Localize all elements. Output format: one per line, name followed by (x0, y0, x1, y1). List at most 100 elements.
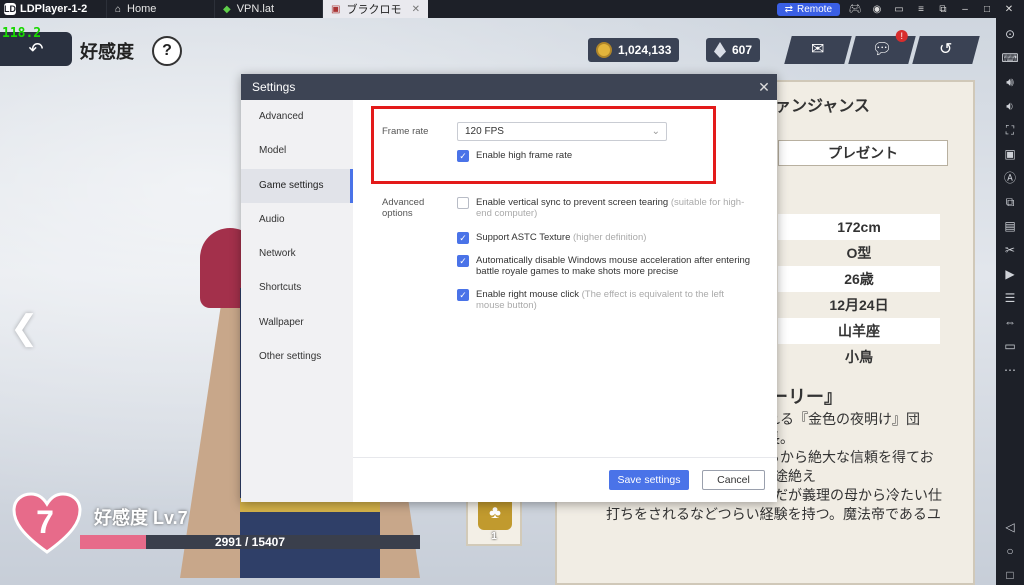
vsync-option[interactable]: Enable vertical sync to prevent screen t… (457, 197, 757, 219)
dialog-header: Settings ✕ (241, 74, 777, 100)
fps-counter: 118.2 (2, 26, 42, 41)
astc-checkbox[interactable]: ✓ (457, 232, 469, 244)
close-icon[interactable]: ✕ (1002, 4, 1016, 15)
dialog-title: Settings (252, 80, 296, 94)
character-name: ァンジャンス (775, 98, 870, 115)
vsync-label: Enable vertical sync to prevent screen t… (476, 197, 669, 208)
fullscreen-icon[interactable]: ⛶ (1000, 120, 1020, 140)
emulator-toolbar: ⊙ ⌨ 🔊︎ 🔉︎ ⛶ ▣ Ⓐ ⧉ ▤ ✂ ▶ ☰ ⇔ ▭ ⋯ ◁ ○ □ (996, 18, 1024, 585)
folder-icon[interactable]: ▭ (1000, 336, 1020, 356)
keyboard-icon[interactable]: ⌨ (1000, 48, 1020, 68)
mouse-accel-label: Automatically disable Windows mouse acce… (476, 255, 751, 266)
mouse-accel-text: Automatically disable Windows mouse acce… (476, 255, 750, 277)
scissors-icon[interactable]: ✂ (1000, 240, 1020, 260)
profile-birthday: 12月24日 (829, 297, 889, 313)
right-click-option[interactable]: ✓ Enable right mouse click (The effect i… (457, 289, 757, 311)
tab-present[interactable]: プレゼント (778, 140, 948, 166)
sync-icon[interactable]: Ⓐ (1000, 168, 1020, 188)
coin-counter: 1,024,133 (588, 38, 680, 62)
vsync-checkbox[interactable] (457, 197, 469, 209)
nav-other-settings[interactable]: Other settings (241, 340, 353, 374)
nav-shortcuts[interactable]: Shortcuts (241, 271, 353, 305)
mail-icon: ✉ (811, 41, 825, 58)
story-line: 打ちをされるなどつらい経験を持つ。魔法帝であるユ (606, 506, 941, 522)
nav-advanced[interactable]: Advanced (241, 100, 353, 134)
tab-home-label: Home (127, 3, 157, 15)
gem-icon (714, 42, 726, 58)
affinity-heart: 7 (12, 492, 82, 554)
profile-age: 26歳 (778, 266, 940, 292)
maximize-icon[interactable]: □ (980, 4, 994, 15)
operations-icon[interactable]: ☰ (1000, 288, 1020, 308)
story-title: ーリー』 (770, 387, 842, 407)
back-arrow-icon: ↶ (28, 39, 44, 59)
apk-icon[interactable]: ▤ (1000, 216, 1020, 236)
shake-icon[interactable]: ⇔ (1000, 312, 1020, 332)
menu-icon[interactable]: ≡ (914, 4, 928, 15)
settings-nav: Advanced Model Game settings Audio Netwo… (241, 100, 353, 502)
previous-character-arrow[interactable]: ❮ (10, 308, 39, 348)
nav-model[interactable]: Model (241, 134, 353, 168)
mouse-accel-checkbox[interactable]: ✓ (457, 255, 469, 267)
home-return-button[interactable]: ↺ (912, 36, 980, 64)
notification-badge: ! (895, 30, 908, 42)
mouse-accel-option[interactable]: ✓ Automatically disable Windows mouse ac… (457, 255, 757, 277)
settings-gear-icon[interactable]: ⊙ (1000, 24, 1020, 44)
android-home-icon[interactable]: ○ (1000, 541, 1020, 561)
app-title: LDPlayer-1-2 (20, 3, 88, 15)
cancel-button[interactable]: Cancel (702, 470, 765, 490)
item-quantity: 1 (491, 531, 497, 542)
volume-up-icon[interactable]: 🔊︎ (1000, 72, 1020, 92)
home-icon: ⌂ (115, 3, 122, 15)
dialog-close-icon[interactable]: ✕ (751, 79, 777, 96)
gamepad-icon[interactable]: 🎮︎ (848, 4, 862, 15)
more-icon[interactable]: ⋯ (1000, 360, 1020, 380)
affinity-level: 7 (36, 504, 54, 540)
nav-network[interactable]: Network (241, 237, 353, 271)
astc-option[interactable]: ✓ Support ASTC Texture (higher definitio… (457, 232, 757, 244)
affinity-progress-bar: 2991 / 15407 (80, 535, 420, 549)
mail-button[interactable]: ✉ (784, 36, 852, 64)
chat-button[interactable]: 💬︎ ! (848, 30, 916, 64)
tab-home[interactable]: ⌂ Home (106, 0, 214, 18)
tab-game[interactable]: ▣ ブラクロモ ✕ (322, 0, 428, 18)
help-button[interactable]: ? (152, 36, 182, 66)
volume-down-icon[interactable]: 🔉︎ (1000, 96, 1020, 116)
tab-vpn[interactable]: ◆ VPN.lat (214, 0, 322, 18)
save-settings-button[interactable]: Save settings (609, 470, 689, 490)
chat-icon: 💬︎ (871, 41, 893, 58)
mouse-accel-label-line2: battle royale games to make shots more p… (476, 266, 679, 277)
advanced-options-label-line2: options (382, 208, 413, 219)
right-click-hint: (The effect is equivalent to the left (581, 289, 725, 300)
record-icon[interactable]: ▶ (1000, 264, 1020, 284)
right-click-checkbox[interactable]: ✓ (457, 289, 469, 301)
multi-instance-icon[interactable]: ⧉ (1000, 192, 1020, 212)
highlight-annotation-box (371, 106, 716, 184)
game-app-icon: ▣ (331, 3, 341, 15)
screenshot-icon[interactable]: ▣ (1000, 144, 1020, 164)
restore-icon[interactable]: ⧉ (936, 4, 950, 15)
page-title: 好感度 (80, 42, 134, 62)
nav-game-settings[interactable]: Game settings (241, 168, 353, 203)
right-click-label: Enable right mouse click (476, 289, 579, 300)
account-icon[interactable]: ◉ (870, 4, 884, 15)
advanced-options-label-line1: Advanced (382, 197, 425, 208)
screen-icon[interactable]: ▭ (892, 4, 906, 15)
nav-wallpaper[interactable]: Wallpaper (241, 306, 353, 340)
nav-audio[interactable]: Audio (241, 203, 353, 237)
astc-text: Support ASTC Texture (higher definition) (476, 232, 646, 243)
minimize-icon[interactable]: – (958, 4, 972, 15)
remote-label: Remote (796, 3, 832, 15)
remote-button[interactable]: ⇄ Remote (776, 2, 840, 16)
android-recents-icon[interactable]: □ (1000, 565, 1020, 585)
profile-favorite: 小鳥 (845, 349, 873, 365)
tab-vpn-label: VPN.lat (236, 3, 274, 15)
android-back-icon[interactable]: ◁ (1000, 517, 1020, 537)
vsync-text: Enable vertical sync to prevent screen t… (476, 197, 744, 219)
coin-icon (596, 42, 612, 58)
vsync-hint: (suitable for high- (670, 197, 745, 208)
gem-value: 607 (732, 43, 753, 57)
ldplayer-logo-icon: LD (4, 3, 16, 15)
title-bar: LD LDPlayer-1-2 ⌂ Home ◆ VPN.lat ▣ ブラクロモ… (0, 0, 1024, 18)
tab-close-icon[interactable]: ✕ (412, 4, 420, 15)
